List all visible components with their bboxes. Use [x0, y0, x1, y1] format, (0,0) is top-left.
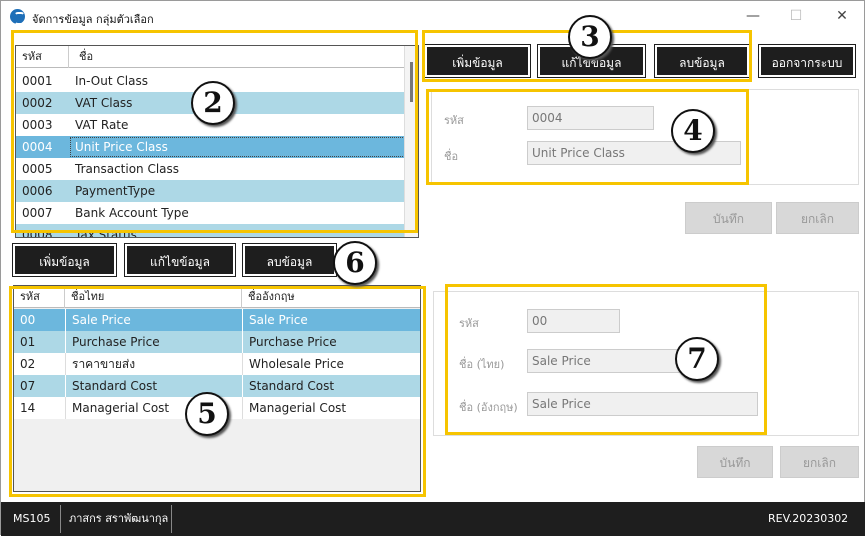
item-thai-name-label: ชื่อ (ไทย) — [459, 358, 505, 371]
cell-name: PaymentType — [75, 184, 156, 198]
vertical-scrollbar[interactable] — [404, 46, 418, 237]
status-separator — [60, 505, 61, 533]
cell-code: 00 — [20, 313, 36, 327]
cell-code: 0001 — [22, 74, 53, 88]
callout-number: 2 — [191, 81, 235, 125]
app-logo-icon — [10, 9, 25, 25]
group-code-label: รหัส — [444, 114, 464, 127]
close-button[interactable]: ✕ — [827, 6, 857, 26]
cell-code: 0008 — [22, 228, 53, 238]
cell-code: 0004 — [22, 140, 53, 154]
column-header-code[interactable]: รหัส — [14, 286, 65, 308]
group-grid: รหัส ชื่อ 0001 In-Out Class 0002 VAT Cla… — [15, 45, 419, 238]
cell-thai-name: Purchase Price — [65, 331, 242, 353]
scrollbar-thumb[interactable] — [410, 62, 413, 102]
group-delete-button[interactable]: ลบข้อมูล — [654, 44, 750, 78]
table-row[interactable]: 0007 Bank Account Type — [16, 202, 406, 224]
item-grid: รหัส ชื่อไทย ชื่ออังกฤษ 00 Sale Price Sa… — [13, 285, 421, 492]
item-add-button[interactable]: เพิ่มข้อมูล — [12, 243, 117, 277]
status-module: MS105 — [13, 512, 51, 525]
group-code-field[interactable]: 0004 — [527, 106, 654, 130]
status-user: ภาสกร สราพัฒนากุล — [69, 512, 169, 525]
cell-english-name: Standard Cost — [242, 375, 420, 397]
cell-code: 14 — [20, 401, 36, 415]
table-row[interactable]: 0008 Tax Status — [16, 224, 406, 238]
cell-code: 0007 — [22, 206, 53, 220]
cell-code: 0006 — [22, 184, 53, 198]
cell-english-name: Managerial Cost — [242, 397, 420, 419]
cell-name: VAT Class — [75, 96, 133, 110]
cell-code: 07 — [20, 379, 36, 393]
item-english-name-label: ชื่อ (อังกฤษ) — [459, 401, 518, 414]
table-row[interactable]: 02 ราคาขายส่ง Wholesale Price — [14, 353, 420, 375]
table-row[interactable]: 0005 Transaction Class — [16, 158, 406, 180]
cell-code: 01 — [20, 335, 36, 349]
table-row[interactable]: 0006 PaymentType — [16, 180, 406, 202]
table-row-selected[interactable]: 00 Sale Price Sale Price — [14, 309, 420, 331]
item-save-button[interactable]: บันทึก — [697, 446, 773, 478]
callout-number: 3 — [568, 15, 612, 59]
group-grid-header: รหัส ชื่อ — [16, 46, 418, 68]
item-grid-header: รหัส ชื่อไทย ชื่ออังกฤษ — [14, 286, 420, 308]
title-bar: จัดการข้อมูล กลุ่มตัวเลือก — ☐ ✕ — [1, 1, 865, 31]
cell-code: 0002 — [22, 96, 53, 110]
item-edit-button[interactable]: แก้ไขข้อมูล — [124, 243, 236, 277]
item-code-field[interactable]: 00 — [527, 309, 620, 333]
window-title: จัดการข้อมูล กลุ่มตัวเลือก — [32, 13, 154, 26]
item-code-label: รหัส — [459, 317, 479, 330]
callout-number: 5 — [185, 392, 229, 436]
cell-code: 0003 — [22, 118, 53, 132]
cell-english-name: Sale Price — [242, 309, 420, 331]
item-cancel-button[interactable]: ยกเลิก — [780, 446, 859, 478]
exit-button[interactable]: ออกจากระบบ — [758, 44, 856, 78]
status-bar: MS105 ภาสกร สราพัฒนากุล REV.20230302 — [1, 502, 865, 536]
status-separator — [171, 505, 172, 533]
column-header-thai-name[interactable]: ชื่อไทย — [65, 286, 242, 308]
cell-name: Unit Price Class — [69, 136, 406, 158]
group-name-label: ชื่อ — [444, 150, 459, 163]
group-cancel-button[interactable]: ยกเลิก — [776, 202, 859, 234]
cell-code: 0005 — [22, 162, 53, 176]
callout-number: 7 — [675, 337, 719, 381]
cell-english-name: Wholesale Price — [242, 353, 420, 375]
main-window: จัดการข้อมูล กลุ่มตัวเลือก — ☐ ✕ รหัส ชื… — [0, 0, 865, 536]
item-delete-button[interactable]: ลบข้อมูล — [242, 243, 337, 277]
cell-name: VAT Rate — [75, 118, 129, 132]
group-add-button[interactable]: เพิ่มข้อมูล — [424, 44, 531, 78]
column-header-code[interactable]: รหัส — [16, 46, 69, 68]
table-row[interactable]: 01 Purchase Price Purchase Price — [14, 331, 420, 353]
cell-thai-name: Sale Price — [65, 309, 242, 331]
callout-number: 4 — [671, 109, 715, 153]
cell-name: Transaction Class — [75, 162, 180, 176]
status-revision: REV.20230302 — [768, 512, 849, 525]
minimize-button[interactable]: — — [738, 6, 768, 26]
group-save-button[interactable]: บันทึก — [685, 202, 772, 234]
cell-name: Tax Status — [75, 228, 137, 238]
item-thai-name-field[interactable]: Sale Price — [527, 349, 687, 373]
cell-name: In-Out Class — [75, 74, 148, 88]
maximize-button[interactable]: ☐ — [781, 6, 811, 26]
cell-code: 02 — [20, 357, 36, 371]
group-form-panel — [431, 89, 859, 185]
column-header-name[interactable]: ชื่อ — [69, 46, 406, 68]
cell-name: Bank Account Type — [75, 206, 189, 220]
table-row-selected[interactable]: 0004 Unit Price Class — [16, 136, 406, 158]
cell-english-name: Purchase Price — [242, 331, 420, 353]
callout-number: 6 — [333, 241, 377, 285]
item-english-name-field[interactable]: Sale Price — [527, 392, 758, 416]
column-header-english-name[interactable]: ชื่ออังกฤษ — [242, 286, 420, 308]
cell-thai-name: ราคาขายส่ง — [65, 353, 242, 375]
